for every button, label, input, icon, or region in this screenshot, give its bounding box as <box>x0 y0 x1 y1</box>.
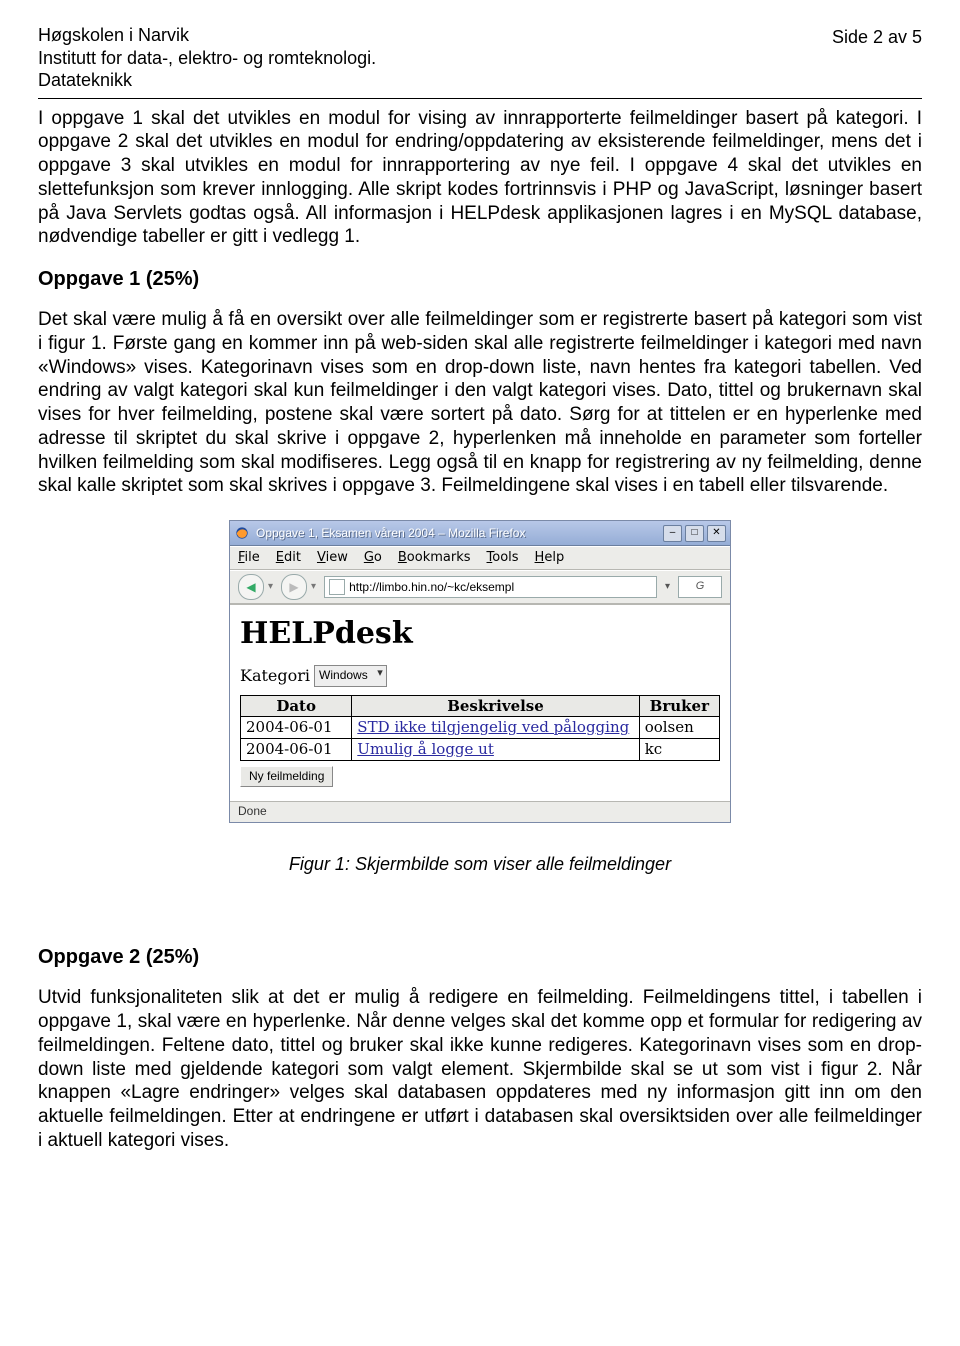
error-title-link[interactable]: STD ikke tilgjengelig ved pålogging <box>352 717 639 739</box>
table-header-row: Dato Beskrivelse Bruker <box>241 695 720 717</box>
task2-body: Utvid funksjonaliteten slik at det er mu… <box>38 986 922 1152</box>
task2-title: Oppgave 2 (25%) <box>38 945 922 970</box>
page-content-area: HELPdesk Kategori Windows Dato Beskrivel… <box>230 605 730 801</box>
firefox-icon <box>234 525 250 541</box>
browser-statusbar: Done <box>230 801 730 822</box>
header-institution: Høgskolen i Narvik <box>38 24 376 47</box>
status-text: Done <box>238 804 267 819</box>
intro-paragraph: I oppgave 1 skal det utvikles en modul f… <box>38 107 922 250</box>
menu-go[interactable]: Go <box>364 550 382 566</box>
col-date: Dato <box>241 695 352 717</box>
minimize-button[interactable]: – <box>663 525 682 542</box>
url-text: http://limbo.hin.no/~kc/eksempl <box>349 580 514 595</box>
table-row: 2004-06-01 Umulig å logge ut kc <box>241 739 720 761</box>
forward-button[interactable]: ▶ <box>281 574 307 600</box>
task1-body: Det skal være mulig å få en oversikt ove… <box>38 308 922 498</box>
back-button[interactable]: ◀ <box>238 574 264 600</box>
menu-bookmarks[interactable]: Bookmarks <box>398 550 471 566</box>
new-error-button[interactable]: Ny feilmelding <box>240 766 333 787</box>
header-department: Institutt for data-, elektro- og romtekn… <box>38 47 376 70</box>
browser-toolbar: ◀ ▾ ▶ ▾ http://limbo.hin.no/~kc/eksempl … <box>230 570 730 605</box>
page-number: Side 2 av 5 <box>832 24 922 49</box>
menu-help[interactable]: Help <box>535 550 565 566</box>
table-row: 2004-06-01 STD ikke tilgjengelig ved pål… <box>241 717 720 739</box>
close-button[interactable]: ✕ <box>707 525 726 542</box>
cell-date: 2004-06-01 <box>241 739 352 761</box>
url-dropdown-icon[interactable]: ▾ <box>665 581 670 594</box>
col-user: Bruker <box>639 695 719 717</box>
menu-tools[interactable]: Tools <box>487 550 519 566</box>
task1-title: Oppgave 1 (25%) <box>38 267 922 292</box>
header-subject: Datateknikk <box>38 69 376 92</box>
cell-date: 2004-06-01 <box>241 717 352 739</box>
menu-edit[interactable]: Edit <box>276 550 301 566</box>
url-field[interactable]: http://limbo.hin.no/~kc/eksempl <box>324 576 657 598</box>
cell-user: oolsen <box>639 717 719 739</box>
cell-user: kc <box>639 739 719 761</box>
error-table: Dato Beskrivelse Bruker 2004-06-01 STD i… <box>240 695 720 761</box>
page-icon <box>329 579 345 595</box>
category-select[interactable]: Windows <box>314 665 387 687</box>
app-heading: HELPdesk <box>240 615 720 653</box>
figure-browser-window: Oppgave 1, Eksamen våren 2004 – Mozilla … <box>229 520 731 823</box>
back-history-dropdown[interactable]: ▾ <box>268 581 273 594</box>
header-divider <box>38 98 922 101</box>
browser-titlebar: Oppgave 1, Eksamen våren 2004 – Mozilla … <box>230 521 730 546</box>
figure-caption: Figur 1: Skjermbilde som viser alle feil… <box>38 853 922 876</box>
search-field[interactable]: G <box>678 576 722 598</box>
browser-menubar: File Edit View Go Bookmarks Tools Help <box>230 546 730 570</box>
category-label: Kategori <box>240 666 310 686</box>
window-title: Oppgave 1, Eksamen våren 2004 – Mozilla … <box>256 526 663 541</box>
menu-view[interactable]: View <box>317 550 348 566</box>
maximize-button[interactable]: □ <box>685 525 704 542</box>
col-desc: Beskrivelse <box>352 695 639 717</box>
menu-file[interactable]: File <box>238 550 260 566</box>
forward-history-dropdown[interactable]: ▾ <box>311 581 316 594</box>
error-title-link[interactable]: Umulig å logge ut <box>352 739 639 761</box>
